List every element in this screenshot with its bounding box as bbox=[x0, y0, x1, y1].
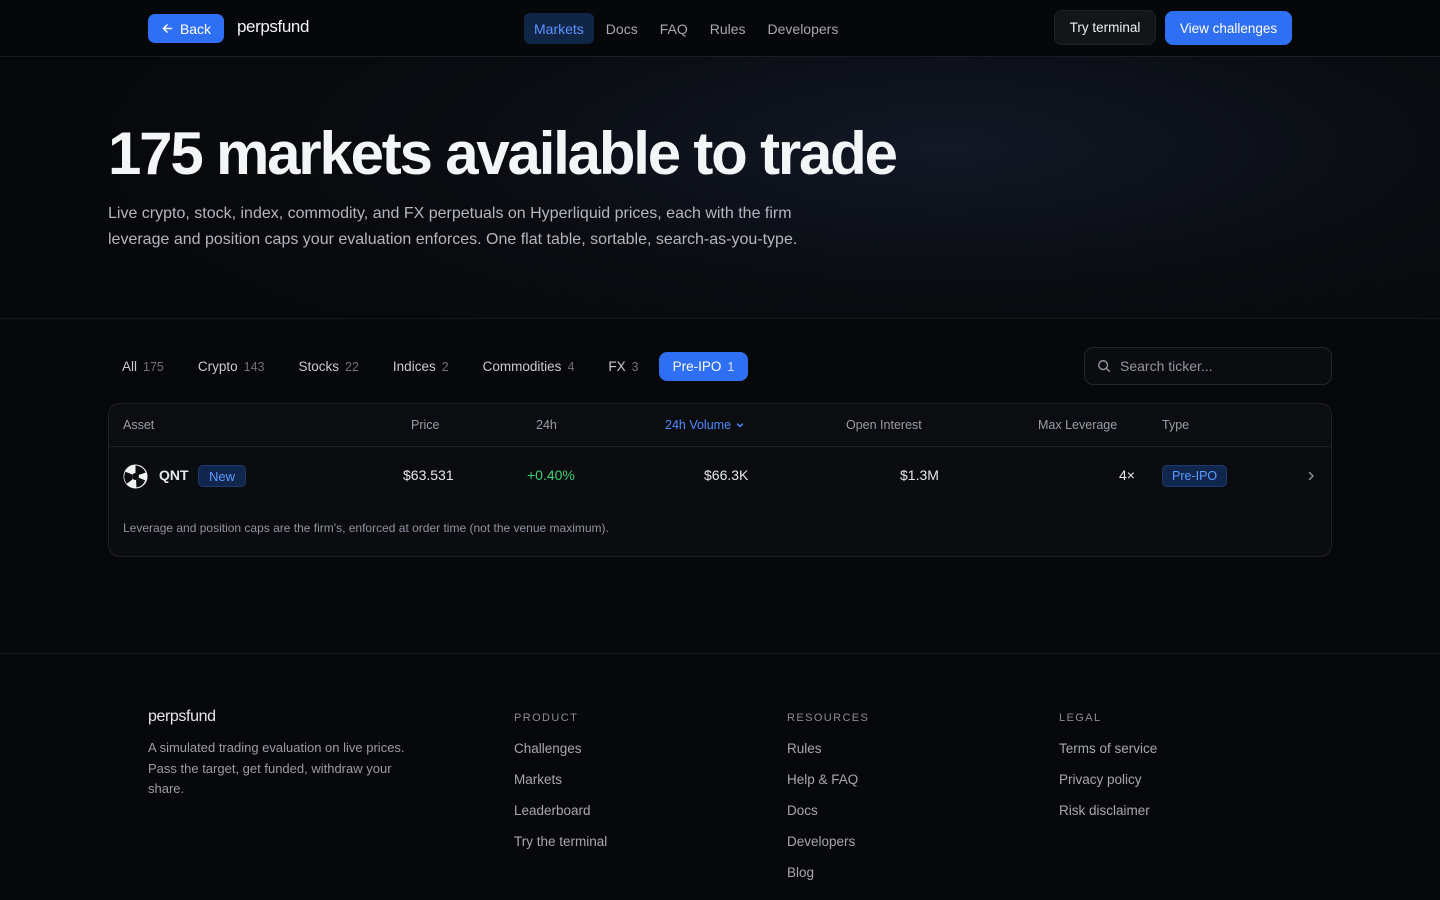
footer-link-challenges[interactable]: Challenges bbox=[514, 741, 607, 772]
tab-all[interactable]: All 175 bbox=[108, 352, 178, 381]
footer-heading: LEGAL bbox=[1059, 712, 1102, 724]
tab-count: 22 bbox=[345, 359, 359, 374]
tab-label: All bbox=[122, 359, 138, 374]
view-challenges-button[interactable]: View challenges bbox=[1165, 11, 1292, 45]
page-title: 175 markets available to trade bbox=[108, 120, 898, 187]
footer-link-docs[interactable]: Docs bbox=[787, 803, 869, 834]
markets-table: Asset Price 24h 24h Volume Open Interest… bbox=[108, 403, 1332, 557]
nav-link-faq[interactable]: FAQ bbox=[650, 13, 698, 44]
footer-column-legal: LEGAL Terms of service Privacy policy Ri… bbox=[1059, 712, 1157, 834]
tab-indices[interactable]: Indices 2 bbox=[379, 352, 463, 381]
hero: 175 markets available to trade Live cryp… bbox=[0, 57, 1440, 319]
tab-count: 2 bbox=[441, 359, 449, 374]
search-icon bbox=[1098, 360, 1111, 373]
nav-link-rules[interactable]: Rules bbox=[700, 13, 756, 44]
footer-heading: RESOURCES bbox=[787, 712, 870, 724]
table-header: Asset Price 24h 24h Volume Open Interest… bbox=[109, 404, 1331, 447]
tab-count: 143 bbox=[243, 359, 265, 374]
nav-link-docs[interactable]: Docs bbox=[596, 13, 648, 44]
column-price[interactable]: Price bbox=[411, 418, 439, 432]
qnt-token-icon bbox=[123, 464, 148, 489]
column-24h-volume[interactable]: 24h Volume bbox=[665, 418, 745, 432]
page-subtitle: Live crypto, stock, index, commodity, an… bbox=[108, 205, 798, 248]
market-filter-tabs: All 175 Crypto 143 Stocks 22 Indices 2 C… bbox=[108, 352, 749, 381]
column-open-interest[interactable]: Open Interest bbox=[846, 418, 922, 432]
footer-link-leaderboard[interactable]: Leaderboard bbox=[514, 803, 607, 834]
nav-link-developers[interactable]: Developers bbox=[758, 13, 849, 44]
type-badge: Pre-IPO bbox=[1162, 465, 1228, 487]
tab-label: Pre-IPO bbox=[672, 359, 722, 374]
footer-link-help-faq[interactable]: Help & FAQ bbox=[787, 772, 869, 803]
column-type[interactable]: Type bbox=[1162, 418, 1189, 432]
footer-column-resources: RESOURCES Rules Help & FAQ Docs Develope… bbox=[787, 712, 869, 896]
tab-count: 3 bbox=[631, 359, 639, 374]
tab-count: 4 bbox=[567, 359, 575, 374]
logo[interactable]: perpsfund bbox=[237, 17, 309, 37]
top-nav: Back perpsfund Markets Docs FAQ Rules De… bbox=[0, 0, 1440, 57]
leverage-note: Leverage and position caps are the firm'… bbox=[123, 521, 609, 535]
asset-ticker: QNT bbox=[159, 467, 189, 483]
footer-link-try-terminal[interactable]: Try the terminal bbox=[514, 834, 607, 865]
footer-link-markets[interactable]: Markets bbox=[514, 772, 607, 803]
footer-logo[interactable]: perpsfund bbox=[148, 708, 216, 726]
back-button[interactable]: Back bbox=[148, 14, 224, 43]
tab-label: Crypto bbox=[197, 359, 238, 374]
nav-link-markets[interactable]: Markets bbox=[524, 13, 594, 44]
tab-label: Commodities bbox=[482, 359, 562, 374]
try-terminal-button[interactable]: Try terminal bbox=[1054, 10, 1156, 45]
search-input[interactable] bbox=[1120, 358, 1310, 374]
tab-label: Indices bbox=[392, 359, 436, 374]
back-button-label: Back bbox=[179, 20, 212, 37]
column-24h-volume-label: 24h Volume bbox=[665, 418, 732, 432]
footer-link-rules[interactable]: Rules bbox=[787, 741, 869, 772]
chevron-down-icon bbox=[736, 423, 744, 428]
tab-pre-ipo[interactable]: Pre-IPO 1 bbox=[658, 352, 749, 381]
tab-commodities[interactable]: Commodities 4 bbox=[469, 352, 589, 381]
footer-link-privacy[interactable]: Privacy policy bbox=[1059, 772, 1157, 803]
change-24h-value: +0.40% bbox=[527, 467, 575, 483]
table-row[interactable]: QNT New $63.531 +0.40% $66.3K $1.3M 4× P… bbox=[109, 448, 1331, 504]
column-max-leverage[interactable]: Max Leverage bbox=[1038, 418, 1117, 432]
tab-fx[interactable]: FX 3 bbox=[594, 352, 652, 381]
footer-link-developers[interactable]: Developers bbox=[787, 834, 869, 865]
footer: perpsfund A simulated trading evaluation… bbox=[0, 653, 1440, 900]
chevron-right-icon[interactable] bbox=[1305, 470, 1317, 482]
open-interest-value: $1.3M bbox=[900, 467, 939, 483]
tab-label: FX bbox=[608, 359, 626, 374]
tab-crypto[interactable]: Crypto 143 bbox=[184, 352, 279, 381]
max-leverage-value: 4× bbox=[1119, 467, 1135, 483]
tab-count: 1 bbox=[727, 359, 735, 374]
column-asset[interactable]: Asset bbox=[123, 418, 154, 432]
tab-count: 175 bbox=[143, 359, 164, 374]
footer-heading: PRODUCT bbox=[514, 712, 579, 724]
new-badge: New bbox=[198, 465, 247, 487]
volume-24h-value: $66.3K bbox=[704, 467, 749, 483]
arrow-left-icon bbox=[162, 24, 173, 33]
footer-link-risk-disclaimer[interactable]: Risk disclaimer bbox=[1059, 803, 1157, 834]
tab-label: Stocks bbox=[298, 359, 340, 374]
price-value: $63.531 bbox=[403, 467, 454, 483]
search-box bbox=[1084, 347, 1332, 385]
footer-link-blog[interactable]: Blog bbox=[787, 865, 869, 896]
column-24h[interactable]: 24h bbox=[536, 418, 557, 432]
footer-column-product: PRODUCT Challenges Markets Leaderboard T… bbox=[514, 712, 607, 865]
main-nav: Markets Docs FAQ Rules Developers bbox=[524, 13, 850, 44]
footer-link-terms[interactable]: Terms of service bbox=[1059, 741, 1157, 772]
tab-stocks[interactable]: Stocks 22 bbox=[285, 352, 373, 381]
footer-tagline: A simulated trading evaluation on live p… bbox=[148, 740, 405, 796]
